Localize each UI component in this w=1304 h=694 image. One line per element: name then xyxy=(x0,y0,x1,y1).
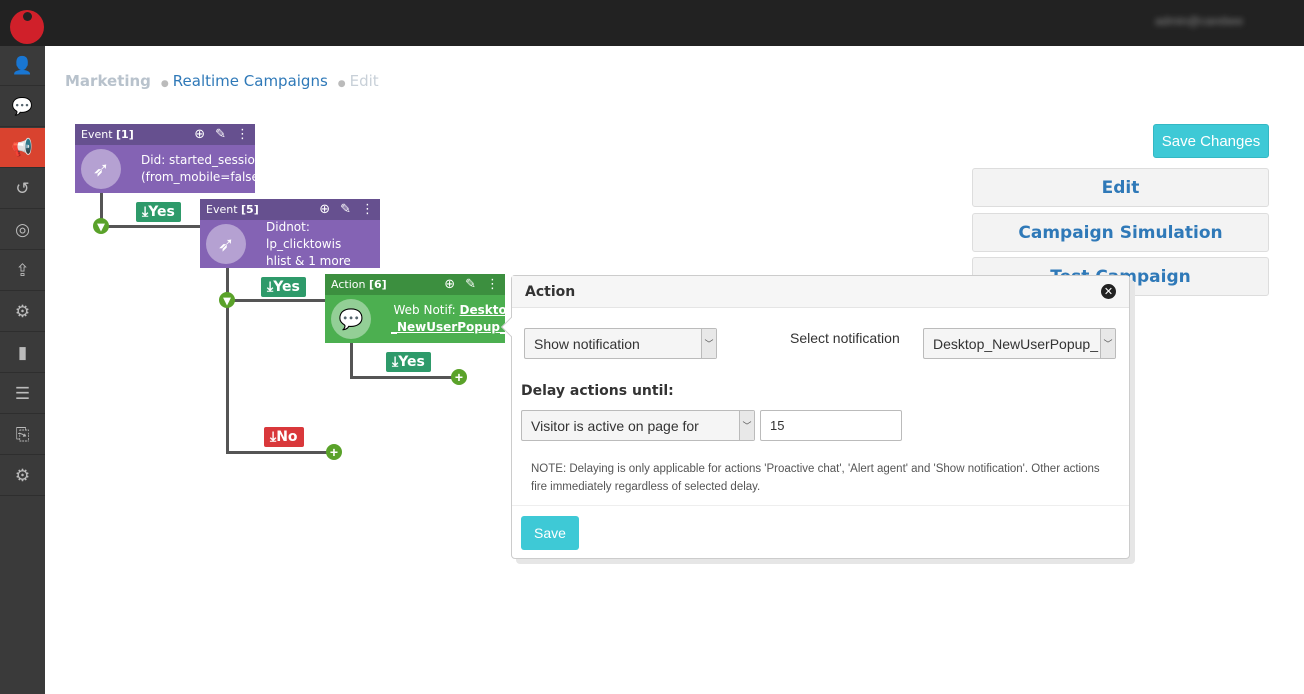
divider xyxy=(512,505,1129,506)
breadcrumb-edit: Edit xyxy=(349,72,379,90)
breadcrumb: Marketing ● Realtime Campaigns ● Edit xyxy=(65,72,379,90)
bar-chart-icon: ▮ xyxy=(17,342,28,362)
add-node-icon[interactable]: ⊕ xyxy=(444,277,455,292)
node-text: Web Notif: xyxy=(393,303,460,317)
user-menu[interactable]: admin@carebee xyxy=(1155,14,1285,32)
sidebar-item-settings-2[interactable]: ⚙ xyxy=(0,456,45,496)
campaign-simulation-button[interactable]: Campaign Simulation xyxy=(972,213,1269,252)
sidebar-item-upload[interactable]: ⇪ xyxy=(0,251,45,291)
list-icon: ☰ xyxy=(14,383,31,403)
user-icon: 👤 xyxy=(11,55,34,75)
sidebar-item-chat[interactable]: 💬 xyxy=(0,87,45,127)
event-node-1[interactable]: Event [1] ⊕ ✎ ⋮ ➶ Did: started_session (from_… xyxy=(75,124,264,193)
save-changes-button[interactable]: Save Changes xyxy=(1153,124,1269,158)
notification-link[interactable]: _NewUserPopup_K xyxy=(391,320,515,334)
history-icon: ↺ xyxy=(15,178,30,198)
more-vertical-icon[interactable]: ⋮ xyxy=(361,202,374,217)
save-button[interactable]: Save xyxy=(521,516,579,550)
code-file-icon: ⎘ xyxy=(15,424,30,444)
node-id: [5] xyxy=(241,203,259,216)
notification-link[interactable]: Desktop xyxy=(459,303,515,317)
select-notification-label: Select notification xyxy=(790,330,900,346)
connector xyxy=(350,376,458,379)
add-branch-icon[interactable]: + xyxy=(326,444,342,460)
add-node-icon[interactable]: ⊕ xyxy=(319,202,330,217)
node-text: Didnot: lp_clicktowis xyxy=(266,219,342,251)
node-id: [1] xyxy=(116,128,134,141)
edit-button[interactable]: Edit xyxy=(972,168,1269,207)
upload-icon: ⇪ xyxy=(15,260,30,280)
connector xyxy=(350,343,353,379)
target-icon: ◎ xyxy=(15,219,30,239)
pencil-icon[interactable]: ✎ xyxy=(215,127,226,142)
delay-label: Delay actions until: xyxy=(521,383,674,399)
select-value: Show notification xyxy=(534,335,640,352)
node-id: [6] xyxy=(368,278,387,291)
connector xyxy=(226,299,325,302)
chat-bubbles-icon: 💬 xyxy=(331,299,371,339)
popover-title: Action xyxy=(525,283,576,300)
yes-badge: ⤓ Yes xyxy=(136,202,181,222)
close-icon[interactable]: ✕ xyxy=(1101,284,1116,299)
node-text: Did: started_session xyxy=(141,153,263,167)
connector xyxy=(226,451,334,454)
logo[interactable] xyxy=(10,10,44,44)
delay-seconds-input[interactable]: 15 xyxy=(760,410,902,441)
badge-label: No xyxy=(276,429,298,445)
sidebar-item-code[interactable]: ⎘ xyxy=(0,415,45,455)
pencil-icon[interactable]: ✎ xyxy=(465,277,476,292)
no-badge: ⤓ No xyxy=(264,427,304,447)
chevron-down-icon: ﹀ xyxy=(739,411,754,440)
badge-label: Yes xyxy=(273,279,300,295)
collapse-toggle-icon[interactable]: ▾ xyxy=(93,218,109,234)
sidebar: 👤 💬 📢 ↺ ◎ ⇪ ⚙ ▮ ☰ ⎘ ⚙ xyxy=(0,46,45,694)
megaphone-icon: 📢 xyxy=(11,137,34,157)
more-vertical-icon[interactable]: ⋮ xyxy=(486,277,499,292)
connector xyxy=(100,225,200,228)
pencil-icon[interactable]: ✎ xyxy=(340,202,351,217)
sidebar-item-marketing[interactable]: 📢 xyxy=(0,128,45,168)
node-label: Event xyxy=(206,203,238,216)
chat-icon: 💬 xyxy=(11,96,34,116)
breadcrumb-realtime-campaigns[interactable]: Realtime Campaigns xyxy=(173,72,328,90)
node-text: (from_mobile=false) xyxy=(141,170,264,184)
sidebar-item-settings[interactable]: ⚙ xyxy=(0,292,45,332)
top-bar: admin@carebee xyxy=(0,0,1304,46)
notification-select[interactable]: Desktop_NewUserPopup_ ﹀ xyxy=(923,328,1116,359)
select-value: Desktop_NewUserPopup_ xyxy=(933,335,1098,352)
node-label: Event xyxy=(81,128,113,141)
yes-badge: ⤓ Yes xyxy=(386,352,431,372)
breadcrumb-marketing[interactable]: Marketing xyxy=(65,72,151,90)
event-node-5[interactable]: Event [5] ⊕ ✎ ⋮ ➶ Didnot: lp_clicktowishlist… xyxy=(200,199,380,268)
sidebar-item-reports[interactable]: ▮ xyxy=(0,333,45,373)
node-label: Action xyxy=(331,278,366,291)
chevron-down-icon: ﹀ xyxy=(701,329,716,358)
select-value: Visitor is active on page for xyxy=(531,417,699,434)
add-node-icon[interactable]: ⊕ xyxy=(194,127,205,142)
sidebar-item-target[interactable]: ◎ xyxy=(0,210,45,250)
delay-note: NOTE: Delaying is only applicable for ac… xyxy=(531,463,1100,493)
chevron-down-icon: ﹀ xyxy=(1100,329,1115,358)
collapse-toggle-icon[interactable]: ▾ xyxy=(219,292,235,308)
yes-badge: ⤓ Yes xyxy=(261,277,306,297)
gears-icon: ⚙ xyxy=(14,465,31,485)
sidebar-item-user[interactable]: 👤 xyxy=(0,46,45,86)
sidebar-item-list[interactable]: ☰ xyxy=(0,374,45,414)
add-branch-icon[interactable]: + xyxy=(451,369,467,385)
action-popover: Action ✕ Show notification ﹀ Select notifi… xyxy=(501,275,1130,559)
node-text: hlist & 1 more xyxy=(266,253,351,268)
more-vertical-icon[interactable]: ⋮ xyxy=(236,127,249,142)
action-node-6[interactable]: Action [6] ⊕ ✎ ⋮ 💬 Web Notif: Desktop _NewUse… xyxy=(325,274,515,343)
gears-icon: ⚙ xyxy=(14,301,31,321)
action-type-select[interactable]: Show notification ﹀ xyxy=(524,328,717,359)
sidebar-item-history[interactable]: ↺ xyxy=(0,169,45,209)
cursor-click-icon: ➶ xyxy=(206,224,246,264)
badge-label: Yes xyxy=(398,354,425,370)
cursor-click-icon: ➶ xyxy=(81,149,121,189)
delay-condition-select[interactable]: Visitor is active on page for ﹀ xyxy=(521,410,755,441)
badge-label: Yes xyxy=(148,204,175,220)
